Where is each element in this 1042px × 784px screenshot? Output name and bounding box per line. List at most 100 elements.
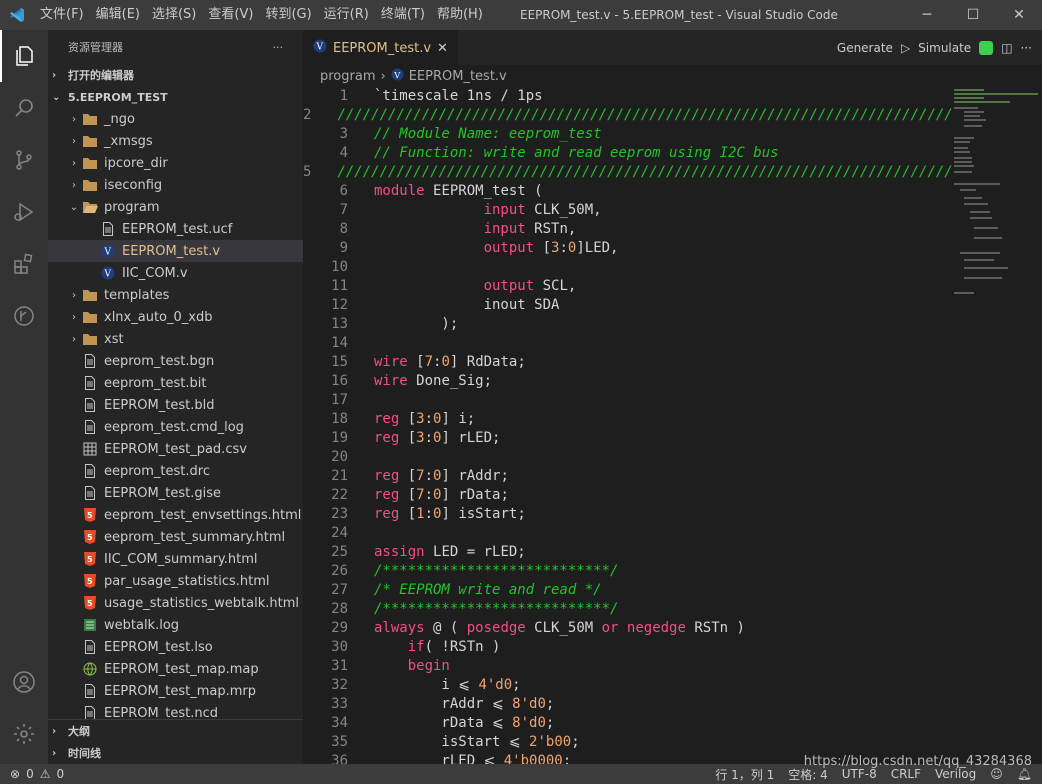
encoding[interactable]: UTF-8 xyxy=(842,767,877,781)
warning-icon[interactable]: ⚠ xyxy=(40,767,51,781)
code-token: RSTn ) xyxy=(694,620,745,636)
tree-file[interactable]: EEPROM_test.gise xyxy=(48,482,303,504)
csv-file-icon xyxy=(82,441,98,457)
close-icon[interactable]: ✕ xyxy=(996,0,1042,30)
code-token: reg xyxy=(374,468,408,484)
menu-item[interactable]: 编辑(E) xyxy=(90,0,146,30)
menu-item[interactable]: 转到(G) xyxy=(259,0,317,30)
menu-item[interactable]: 帮助(H) xyxy=(431,0,489,30)
code-token: module xyxy=(374,183,434,199)
tree-file[interactable]: EEPROM_test_pad.csv xyxy=(48,438,303,460)
search-icon[interactable] xyxy=(0,82,48,134)
tree-file[interactable]: EEPROM_test_map.map xyxy=(48,658,303,680)
tree-file[interactable]: webtalk.log xyxy=(48,614,303,636)
svg-text:5: 5 xyxy=(87,533,93,542)
generate-button[interactable]: Generate xyxy=(837,41,893,55)
minimize-icon[interactable]: ─ xyxy=(904,0,950,30)
tree-file[interactable]: EEPROM_test.ucf xyxy=(48,218,303,240)
project-section[interactable]: ⌄ 5.EEPROM_test xyxy=(48,86,303,108)
settings-gear-icon[interactable] xyxy=(0,708,48,760)
more-icon[interactable]: ··· xyxy=(1021,41,1032,55)
tree-file[interactable]: V EEPROM_test.v xyxy=(48,240,303,262)
line-number: 33 xyxy=(331,696,348,712)
menu-item[interactable]: 运行(R) xyxy=(318,0,375,30)
close-tab-icon[interactable]: ✕ xyxy=(437,41,448,56)
code-token: ; xyxy=(562,753,572,764)
tree-folder[interactable]: ⌄ program xyxy=(48,196,303,218)
tree-folder[interactable]: › templates xyxy=(48,284,303,306)
language-mode[interactable]: Verilog xyxy=(935,767,976,781)
verilog-file-icon: V xyxy=(100,243,116,259)
line-text xyxy=(348,448,374,467)
feedback-icon[interactable]: ☺ xyxy=(990,767,1003,781)
tree-file[interactable]: eeprom_test.drc xyxy=(48,460,303,482)
explorer-icon[interactable] xyxy=(0,30,48,82)
timeline-section[interactable]: › 时间线 xyxy=(48,742,303,764)
tree-file[interactable]: eeprom_test.bgn xyxy=(48,350,303,372)
tree-folder[interactable]: › xlnx_auto_0_xdb xyxy=(48,306,303,328)
split-editor-icon[interactable]: ◫ xyxy=(1001,41,1012,55)
notifications-bell-icon[interactable]: 🔔︎ xyxy=(1017,767,1032,781)
menu-item[interactable]: 查看(V) xyxy=(202,0,259,30)
tree-file[interactable]: EEPROM_test.lso xyxy=(48,636,303,658)
extensions-icon[interactable] xyxy=(0,238,48,290)
tree-folder[interactable]: › iseconfig xyxy=(48,174,303,196)
simulate-run-icon[interactable] xyxy=(979,40,994,55)
line-number: 31 xyxy=(331,658,348,674)
gitlens-icon[interactable] xyxy=(0,290,48,342)
menu-item[interactable]: 终端(T) xyxy=(375,0,431,30)
line-number: 36 xyxy=(331,753,348,764)
outline-section[interactable]: › 大纲 xyxy=(48,720,303,742)
activity-bar xyxy=(0,30,48,764)
code-token: : xyxy=(424,487,434,503)
error-icon[interactable]: ⊗ xyxy=(10,767,20,781)
line-text xyxy=(348,334,374,353)
open-editors-section[interactable]: › 打开的编辑器 xyxy=(48,64,303,86)
line-ending[interactable]: CRLF xyxy=(891,767,921,781)
tree-file[interactable]: 5 par_usage_statistics.html xyxy=(48,570,303,592)
tree-file[interactable]: eeprom_test.cmd_log xyxy=(48,416,303,438)
play-icon[interactable]: ▷ xyxy=(901,41,910,55)
tree-file[interactable]: 5 usage_statistics_webtalk.html xyxy=(48,592,303,614)
code-line: 11 output SCL, xyxy=(303,277,953,296)
tree-file[interactable]: 5 eeprom_test_envsettings.html xyxy=(48,504,303,526)
breadcrumb: program › V EEPROM_test.v xyxy=(303,65,1042,87)
maximize-icon[interactable]: ☐ xyxy=(950,0,996,30)
tree-file[interactable]: eeprom_test.bit xyxy=(48,372,303,394)
code-token: 3 xyxy=(416,411,425,427)
tree-folder[interactable]: › _xmsgs xyxy=(48,130,303,152)
code-editor[interactable]: 1 `timescale 1ns / 1ps 2 //////////////////… xyxy=(303,87,953,764)
tree-file[interactable]: EEPROM_test_map.mrp xyxy=(48,680,303,702)
tree-file[interactable]: 5 IIC_COM_summary.html xyxy=(48,548,303,570)
tree-item-label: EEPROM_test.lso xyxy=(104,639,213,655)
tab-eeprom-test[interactable]: V EEPROM_test.v ✕ xyxy=(303,30,458,65)
line-text: if( !RSTn ) xyxy=(348,638,501,657)
error-count[interactable]: 0 xyxy=(26,767,34,781)
breadcrumb-folder[interactable]: program xyxy=(320,69,376,84)
cursor-position[interactable]: 行 1，列 1 xyxy=(715,766,774,783)
tree-folder[interactable]: › _ngo xyxy=(48,108,303,130)
line-text: `timescale 1ns / 1ps xyxy=(348,87,543,106)
tree-file[interactable]: 5 eeprom_test_summary.html xyxy=(48,526,303,548)
line-text: wire [7:0] RdData; xyxy=(348,353,526,372)
run-debug-icon[interactable] xyxy=(0,186,48,238)
tree-item-label: eeprom_test.drc xyxy=(104,463,210,479)
tree-folder[interactable]: › ipcore_dir xyxy=(48,152,303,174)
menu-item[interactable]: 文件(F) xyxy=(34,0,90,30)
tree-file[interactable]: V IIC_COM.v xyxy=(48,262,303,284)
account-icon[interactable] xyxy=(0,656,48,708)
file-icon xyxy=(100,221,116,237)
tab-label: EEPROM_test.v xyxy=(333,40,432,56)
chevron-down-icon: ⌄ xyxy=(69,201,79,213)
source-control-icon[interactable] xyxy=(0,134,48,186)
tree-folder[interactable]: › xst xyxy=(48,328,303,350)
breadcrumb-file[interactable]: EEPROM_test.v xyxy=(409,69,507,84)
warning-count[interactable]: 0 xyxy=(56,767,64,781)
minimap[interactable] xyxy=(950,87,1042,307)
menu-item[interactable]: 选择(S) xyxy=(146,0,202,30)
more-actions-icon[interactable]: ··· xyxy=(273,41,284,54)
code-token: begin xyxy=(407,658,450,674)
tree-file[interactable]: EEPROM_test.bld xyxy=(48,394,303,416)
simulate-button[interactable]: Simulate xyxy=(918,41,971,55)
